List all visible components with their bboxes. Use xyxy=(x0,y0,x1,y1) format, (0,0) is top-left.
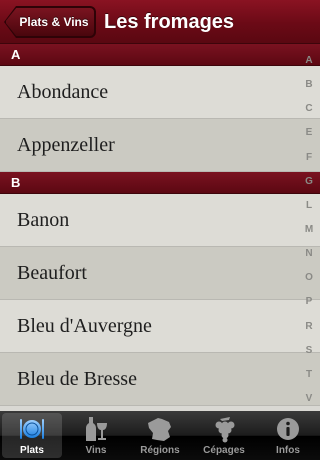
tab-label: Régions xyxy=(140,445,180,456)
list-item[interactable]: Bleu d'Auvergne xyxy=(0,300,320,353)
list-item[interactable]: Banon xyxy=(0,194,320,247)
tab-plats[interactable]: Plats xyxy=(0,411,64,460)
tab-infos[interactable]: Infos xyxy=(256,411,320,460)
tab-cepages[interactable]: Cépages xyxy=(192,411,256,460)
tab-label: Plats xyxy=(20,445,44,456)
index-letter[interactable]: V xyxy=(306,393,313,405)
cheese-list[interactable]: A Abondance Appenzeller B Banon Beaufort… xyxy=(0,44,320,411)
index-letter[interactable]: B xyxy=(305,79,312,91)
index-letter[interactable]: P xyxy=(306,296,313,308)
plate-cutlery-icon xyxy=(16,414,48,444)
grape-icon xyxy=(208,414,240,444)
tab-label: Vins xyxy=(85,445,107,456)
tab-label: Cépages xyxy=(203,445,245,456)
list-item[interactable]: Beaufort xyxy=(0,247,320,300)
section-header-a: A xyxy=(0,44,320,66)
index-letter[interactable]: F xyxy=(306,152,312,164)
index-letter[interactable]: N xyxy=(305,248,312,260)
index-letter[interactable]: C xyxy=(305,103,312,115)
back-button[interactable]: Plats & Vins xyxy=(5,7,95,37)
tab-bar: Plats Vins Régions Cépages Infos xyxy=(0,411,320,460)
france-map-icon xyxy=(144,414,176,444)
page-title: Les fromages xyxy=(104,11,235,33)
list-item[interactable]: Appenzeller xyxy=(0,119,320,172)
index-letter[interactable]: M xyxy=(305,224,313,236)
wine-bottle-glass-icon xyxy=(80,414,112,444)
index-letter[interactable]: G xyxy=(305,176,313,188)
tab-vins[interactable]: Vins xyxy=(64,411,128,460)
index-letter[interactable]: R xyxy=(305,321,312,333)
index-letter[interactable]: O xyxy=(305,272,313,284)
section-index[interactable]: A B C E F G L M N O P R S T V xyxy=(298,55,320,405)
index-letter[interactable]: S xyxy=(306,345,313,357)
back-button-label: Plats & Vins xyxy=(19,15,89,29)
list-item[interactable]: Abondance xyxy=(0,66,320,119)
tab-label: Infos xyxy=(276,445,300,456)
index-letter[interactable]: L xyxy=(306,200,312,212)
section-header-b: B xyxy=(0,172,320,194)
index-letter[interactable]: A xyxy=(305,55,312,67)
index-letter[interactable]: T xyxy=(306,369,312,381)
tab-regions[interactable]: Régions xyxy=(128,411,192,460)
index-letter[interactable]: E xyxy=(306,127,313,139)
info-icon xyxy=(272,414,304,444)
navigation-bar: Plats & Vins Les fromages xyxy=(0,0,320,44)
list-item[interactable]: Bleu de Bresse xyxy=(0,353,320,406)
